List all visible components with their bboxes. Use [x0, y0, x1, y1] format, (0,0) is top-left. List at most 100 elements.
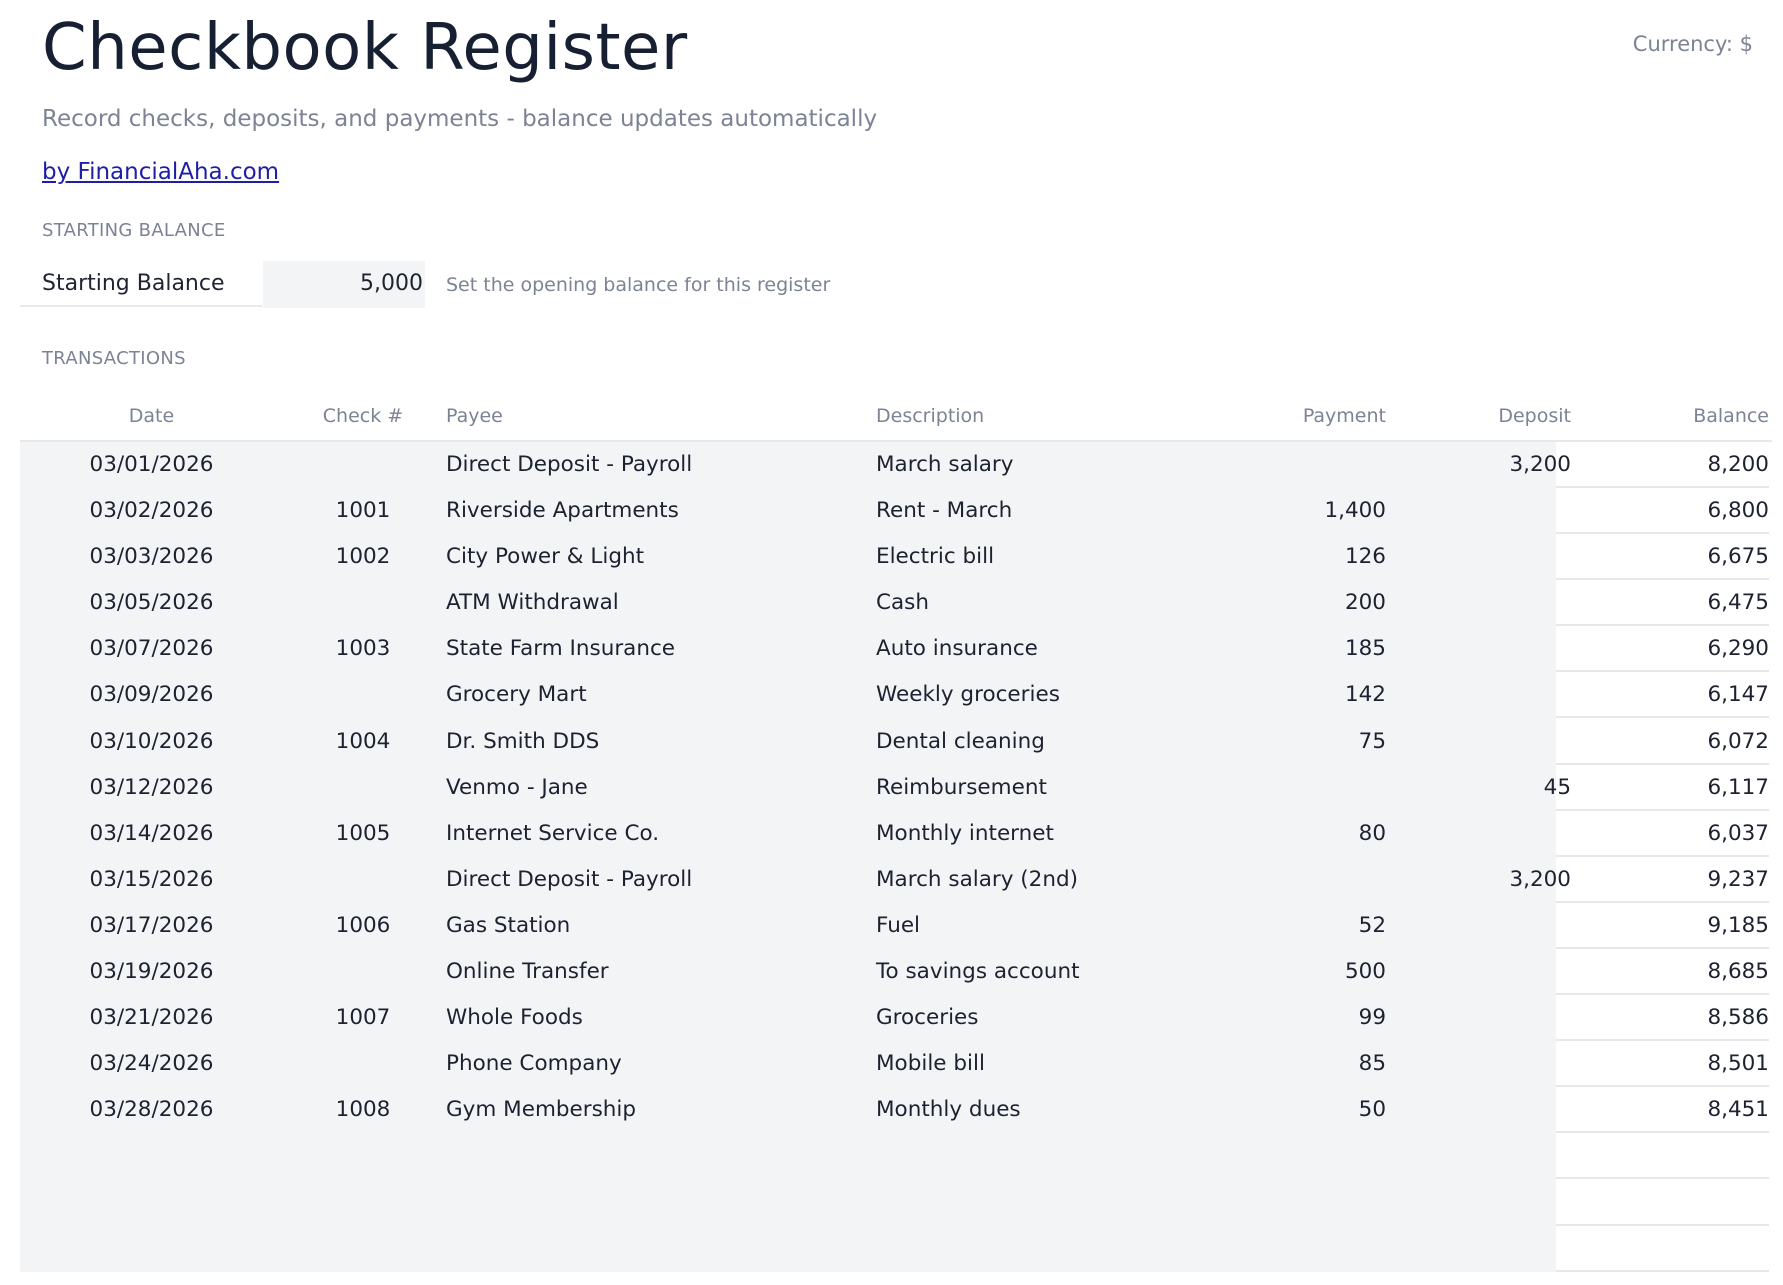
cell-description[interactable]: Rent - March [876, 488, 1176, 534]
cell-check-number[interactable] [283, 857, 443, 903]
byline-link[interactable]: by FinancialAha.com [42, 159, 279, 185]
cell-date[interactable]: 03/21/2026 [20, 995, 283, 1041]
cell-payee[interactable]: Gym Membership [446, 1087, 866, 1133]
cell-payee[interactable] [446, 1133, 866, 1179]
cell-payment[interactable]: 52 [1170, 903, 1386, 949]
cell-description[interactable] [876, 1226, 1176, 1272]
cell-date[interactable]: 03/28/2026 [20, 1087, 283, 1133]
cell-payee[interactable]: Phone Company [446, 1041, 866, 1087]
cell-date[interactable]: 03/17/2026 [20, 903, 283, 949]
cell-deposit[interactable] [1386, 534, 1571, 580]
cell-payee[interactable] [446, 1180, 866, 1226]
cell-description[interactable] [876, 1133, 1176, 1179]
cell-date[interactable] [20, 1133, 283, 1179]
cell-description[interactable]: Electric bill [876, 534, 1176, 580]
cell-deposit[interactable] [1386, 1180, 1571, 1226]
cell-description[interactable]: Mobile bill [876, 1041, 1176, 1087]
cell-payment[interactable] [1170, 1133, 1386, 1179]
cell-payment[interactable]: 75 [1170, 719, 1386, 765]
cell-payment[interactable] [1170, 442, 1386, 488]
cell-payment[interactable]: 126 [1170, 534, 1386, 580]
cell-description[interactable] [876, 1180, 1176, 1226]
cell-payee[interactable]: Gas Station [446, 903, 866, 949]
cell-description[interactable]: Reimbursement [876, 765, 1176, 811]
cell-date[interactable]: 03/02/2026 [20, 488, 283, 534]
cell-payee[interactable]: Direct Deposit - Payroll [446, 442, 866, 488]
cell-check-number[interactable] [283, 1226, 443, 1272]
cell-payee[interactable]: Internet Service Co. [446, 811, 866, 857]
cell-deposit[interactable] [1386, 719, 1571, 765]
cell-payment[interactable]: 50 [1170, 1087, 1386, 1133]
cell-payment[interactable]: 99 [1170, 995, 1386, 1041]
cell-description[interactable]: To savings account [876, 949, 1176, 995]
cell-payment[interactable]: 85 [1170, 1041, 1386, 1087]
cell-date[interactable]: 03/07/2026 [20, 626, 283, 672]
cell-payment[interactable] [1170, 1226, 1386, 1272]
cell-date[interactable]: 03/12/2026 [20, 765, 283, 811]
cell-deposit[interactable] [1386, 949, 1571, 995]
cell-payment[interactable]: 1,400 [1170, 488, 1386, 534]
cell-payee[interactable]: Online Transfer [446, 949, 866, 995]
cell-description[interactable]: Weekly groceries [876, 672, 1176, 718]
cell-check-number[interactable]: 1001 [283, 488, 443, 534]
cell-date[interactable]: 03/15/2026 [20, 857, 283, 903]
cell-check-number[interactable] [283, 580, 443, 626]
cell-payee[interactable]: Whole Foods [446, 995, 866, 1041]
cell-check-number[interactable]: 1003 [283, 626, 443, 672]
cell-deposit[interactable] [1386, 626, 1571, 672]
cell-check-number[interactable]: 1005 [283, 811, 443, 857]
starting-balance-input[interactable]: 5,000 [263, 261, 425, 308]
cell-check-number[interactable] [283, 442, 443, 488]
cell-check-number[interactable]: 1007 [283, 995, 443, 1041]
cell-deposit[interactable] [1386, 811, 1571, 857]
cell-date[interactable] [20, 1180, 283, 1226]
cell-description[interactable]: Fuel [876, 903, 1176, 949]
cell-payee[interactable]: City Power & Light [446, 534, 866, 580]
cell-deposit[interactable] [1386, 1041, 1571, 1087]
cell-check-number[interactable] [283, 1041, 443, 1087]
cell-check-number[interactable]: 1004 [283, 719, 443, 765]
cell-payee[interactable]: State Farm Insurance [446, 626, 866, 672]
cell-deposit[interactable] [1386, 1087, 1571, 1133]
cell-payee[interactable] [446, 1226, 866, 1272]
cell-description[interactable]: Auto insurance [876, 626, 1176, 672]
cell-date[interactable]: 03/24/2026 [20, 1041, 283, 1087]
cell-check-number[interactable] [283, 765, 443, 811]
cell-check-number[interactable]: 1008 [283, 1087, 443, 1133]
cell-description[interactable]: Cash [876, 580, 1176, 626]
cell-payee[interactable]: ATM Withdrawal [446, 580, 866, 626]
cell-deposit[interactable] [1386, 903, 1571, 949]
cell-payment[interactable]: 185 [1170, 626, 1386, 672]
cell-check-number[interactable] [283, 949, 443, 995]
cell-deposit[interactable] [1386, 1133, 1571, 1179]
cell-date[interactable]: 03/19/2026 [20, 949, 283, 995]
cell-payment[interactable] [1170, 1180, 1386, 1226]
cell-deposit[interactable]: 3,200 [1386, 442, 1571, 488]
cell-payment[interactable]: 80 [1170, 811, 1386, 857]
cell-description[interactable]: Monthly internet [876, 811, 1176, 857]
cell-payment[interactable]: 142 [1170, 672, 1386, 718]
cell-date[interactable]: 03/10/2026 [20, 719, 283, 765]
cell-payee[interactable]: Dr. Smith DDS [446, 719, 866, 765]
cell-payee[interactable]: Direct Deposit - Payroll [446, 857, 866, 903]
cell-deposit[interactable]: 45 [1386, 765, 1571, 811]
cell-payment[interactable]: 200 [1170, 580, 1386, 626]
cell-deposit[interactable]: 3,200 [1386, 857, 1571, 903]
cell-description[interactable]: March salary (2nd) [876, 857, 1176, 903]
cell-description[interactable]: March salary [876, 442, 1176, 488]
cell-payment[interactable] [1170, 857, 1386, 903]
cell-description[interactable]: Groceries [876, 995, 1176, 1041]
cell-date[interactable]: 03/03/2026 [20, 534, 283, 580]
cell-date[interactable] [20, 1226, 283, 1272]
cell-check-number[interactable] [283, 1133, 443, 1179]
cell-payee[interactable]: Riverside Apartments [446, 488, 866, 534]
cell-description[interactable]: Dental cleaning [876, 719, 1176, 765]
cell-date[interactable]: 03/05/2026 [20, 580, 283, 626]
cell-check-number[interactable] [283, 672, 443, 718]
cell-deposit[interactable] [1386, 488, 1571, 534]
cell-payment[interactable]: 500 [1170, 949, 1386, 995]
cell-payment[interactable] [1170, 765, 1386, 811]
cell-check-number[interactable] [283, 1180, 443, 1226]
cell-description[interactable]: Monthly dues [876, 1087, 1176, 1133]
cell-deposit[interactable] [1386, 995, 1571, 1041]
